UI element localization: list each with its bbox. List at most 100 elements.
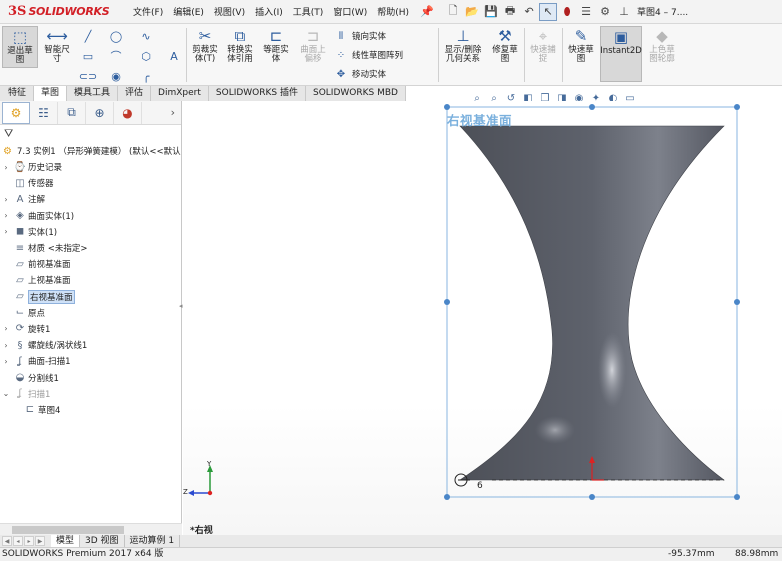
tree-item-label: 传感器 [28, 179, 54, 190]
pin-icon[interactable]: 📌 [418, 5, 436, 18]
tab-motion-study[interactable]: 运动算例 1 [125, 535, 181, 547]
move-entities-button[interactable]: ✥ 移动实体 [334, 68, 386, 81]
tree-item-sketch4[interactable]: ⊏ 草图4 [0, 402, 181, 418]
tree-item-surface-sweep1[interactable]: › ʆ 曲面-扫描1 [0, 353, 181, 369]
expand-arrow-icon[interactable]: › [0, 341, 12, 350]
tree-item-label: 分割线1 [28, 373, 59, 384]
last-tab-icon[interactable]: ▶ [35, 536, 45, 546]
tab-3d-views[interactable]: 3D 视图 [80, 535, 125, 547]
tree-item-revolve1[interactable]: › ⟳ 旋转1 [0, 321, 181, 337]
tree-item-sweep1[interactable]: ⌄ ʆ 扫描1 [0, 386, 181, 402]
tab-mbd[interactable]: SOLIDWORKS MBD [306, 86, 406, 101]
expand-arrow-icon[interactable]: › [0, 163, 12, 172]
dimxpert-manager-tab-icon[interactable]: ⊕ [86, 101, 114, 124]
part-root[interactable]: ⚙ 7.3 实例1 （异形弹簧建模） (默认<<默认 [0, 143, 181, 159]
tree-item-surface-bodies[interactable]: › ◈ 曲面实体(1) [0, 208, 181, 224]
solidworks-logo[interactable]: 3S SOLIDWORKS [0, 0, 128, 24]
menu-insert[interactable]: 插入(I) [250, 5, 288, 18]
slot-icon[interactable]: ⊂⊃ [79, 68, 97, 84]
mirror-entities-button[interactable]: ⫴ 镜向实体 [334, 30, 386, 43]
point-icon[interactable]: ◉ [108, 68, 124, 84]
fillet-icon[interactable]: ╭ [138, 68, 154, 84]
tree-item-front-plane[interactable]: ▱ 前视基准面 [0, 256, 181, 272]
tree-item-history[interactable]: › ⌚ 历史记录 [0, 159, 181, 175]
open-icon[interactable]: 📂 [463, 3, 481, 21]
shaded-sketch-contours-button[interactable]: ◆ 上色草 图轮廓 [644, 26, 680, 68]
move-icon: ✥ [336, 68, 346, 80]
arc-icon[interactable]: ⌒ [108, 48, 124, 64]
expand-arrow-icon[interactable]: › [0, 357, 12, 366]
chevron-right-icon[interactable]: › [171, 106, 175, 119]
tree-item-solid-bodies[interactable]: › ◼ 实体(1) [0, 224, 181, 240]
tab-sketch[interactable]: 草图 [34, 86, 68, 101]
expand-arrow-icon[interactable]: › [0, 227, 12, 236]
menu-file[interactable]: 文件(F) [128, 5, 168, 18]
offset-entities-button[interactable]: ⊏ 等距实 体 [258, 26, 294, 68]
exit-sketch-button[interactable]: ⬚ 退出草 图 [2, 26, 38, 68]
origin-icon: ⌙ [15, 307, 25, 319]
tree-item-annotations[interactable]: › A 注解 [0, 191, 181, 207]
new-icon[interactable]: 🗋 [444, 3, 462, 21]
tree-item-sensors[interactable]: ◫ 传感器 [0, 175, 181, 191]
menu-window[interactable]: 窗口(W) [328, 5, 372, 18]
menu-edit[interactable]: 编辑(E) [168, 5, 209, 18]
snap-icon: ⌖ [538, 26, 548, 45]
rapid-sketch-button[interactable]: ✎ 快速草 图 [564, 26, 598, 68]
traffic-light-icon[interactable]: ⬮ [558, 3, 576, 21]
instant2d-button[interactable]: ▣ Instant2D [600, 26, 642, 82]
scrollbar-thumb[interactable] [12, 526, 124, 534]
select-icon[interactable]: ↖ [539, 2, 558, 21]
expand-arrow-icon[interactable]: › [0, 195, 12, 204]
repair-sketch-button[interactable]: ⚒ 修复草 图 [488, 26, 522, 68]
text-icon[interactable]: A [166, 48, 182, 64]
options-icon[interactable]: ⚙ [596, 3, 614, 21]
tree-item-helix1[interactable]: › § 螺旋线/涡状线1 [0, 337, 181, 353]
product-name: SOLIDWORKS Premium 2017 x64 版 [2, 549, 164, 559]
first-tab-icon[interactable]: ◀ [2, 536, 12, 546]
tab-features[interactable]: 特征 [0, 86, 34, 101]
tab-nav-arrows: ◀ ◂ ▸ ▶ [0, 536, 45, 546]
tree-item-right-plane[interactable]: ▱ 右视基准面 [0, 289, 181, 305]
expand-arrow-icon[interactable]: › [0, 324, 12, 333]
menu-view[interactable]: 视图(V) [209, 5, 250, 18]
offset-on-surface-button[interactable]: ⊐ 曲面上 偏移 [296, 26, 330, 68]
show-relations-button[interactable]: ⊥ 显示/删除 几何关系 [440, 26, 486, 68]
tree-item-top-plane[interactable]: ▱ 上视基准面 [0, 272, 181, 288]
expand-arrow-icon[interactable]: › [0, 211, 12, 220]
property-manager-tab-icon[interactable]: ☷ [30, 101, 58, 124]
horizontal-scrollbar[interactable] [0, 523, 182, 535]
spline-icon[interactable]: ∿ [138, 28, 154, 44]
convert-entities-button[interactable]: ⧉ 转换实 体引用 [222, 26, 258, 68]
quick-snaps-button[interactable]: ⌖ 快速捕 捉 [526, 26, 560, 68]
tab-mold-tools[interactable]: 模具工具 [67, 86, 119, 101]
tree-item-split-line1[interactable]: ◒ 分割线1 [0, 369, 181, 385]
tab-addins[interactable]: SOLIDWORKS 插件 [208, 86, 306, 101]
linear-pattern-button[interactable]: ⁘ 线性草图阵列 [334, 49, 403, 62]
menu-tools[interactable]: 工具(T) [288, 5, 329, 18]
menu-help[interactable]: 帮助(H) [372, 5, 414, 18]
display-manager-tab-icon[interactable]: ◕ [114, 101, 142, 124]
smart-dimension-button[interactable]: ⟷ 智能尺 寸 [40, 26, 74, 68]
prev-tab-icon[interactable]: ◂ [13, 536, 23, 546]
feature-manager-tab-icon[interactable]: ⚙ [2, 101, 30, 124]
filter-icon[interactable]: ⛛ [0, 125, 181, 143]
line-icon[interactable]: ╱ [80, 28, 96, 44]
configuration-manager-tab-icon[interactable]: ⧉ [58, 101, 86, 124]
tree-item-material[interactable]: ≡ 材质 <未指定> [0, 240, 181, 256]
tab-model[interactable]: 模型 [51, 535, 81, 547]
file-props-icon[interactable]: ☰ [577, 3, 595, 21]
expand-arrow-icon[interactable]: ⌄ [0, 389, 12, 398]
undo-icon[interactable]: ↶ [520, 3, 538, 21]
tree-item-origin[interactable]: ⌙ 原点 [0, 305, 181, 321]
next-tab-icon[interactable]: ▸ [24, 536, 34, 546]
polygon-icon[interactable]: ⬡ [138, 48, 154, 64]
save-icon[interactable]: 💾 [482, 3, 500, 21]
tab-dimxpert[interactable]: DimXpert [151, 86, 209, 101]
circle-icon[interactable]: ◯ [108, 28, 124, 44]
print-icon[interactable]: 🖶 [501, 3, 519, 21]
rectangle-icon[interactable]: ▭ [80, 48, 96, 64]
graphics-area[interactable] [183, 101, 782, 535]
down-icon[interactable]: ⊥ [615, 3, 633, 21]
tab-evaluate[interactable]: 评估 [118, 86, 152, 101]
trim-button[interactable]: ✂ 剪裁实 体(T) [188, 26, 222, 68]
